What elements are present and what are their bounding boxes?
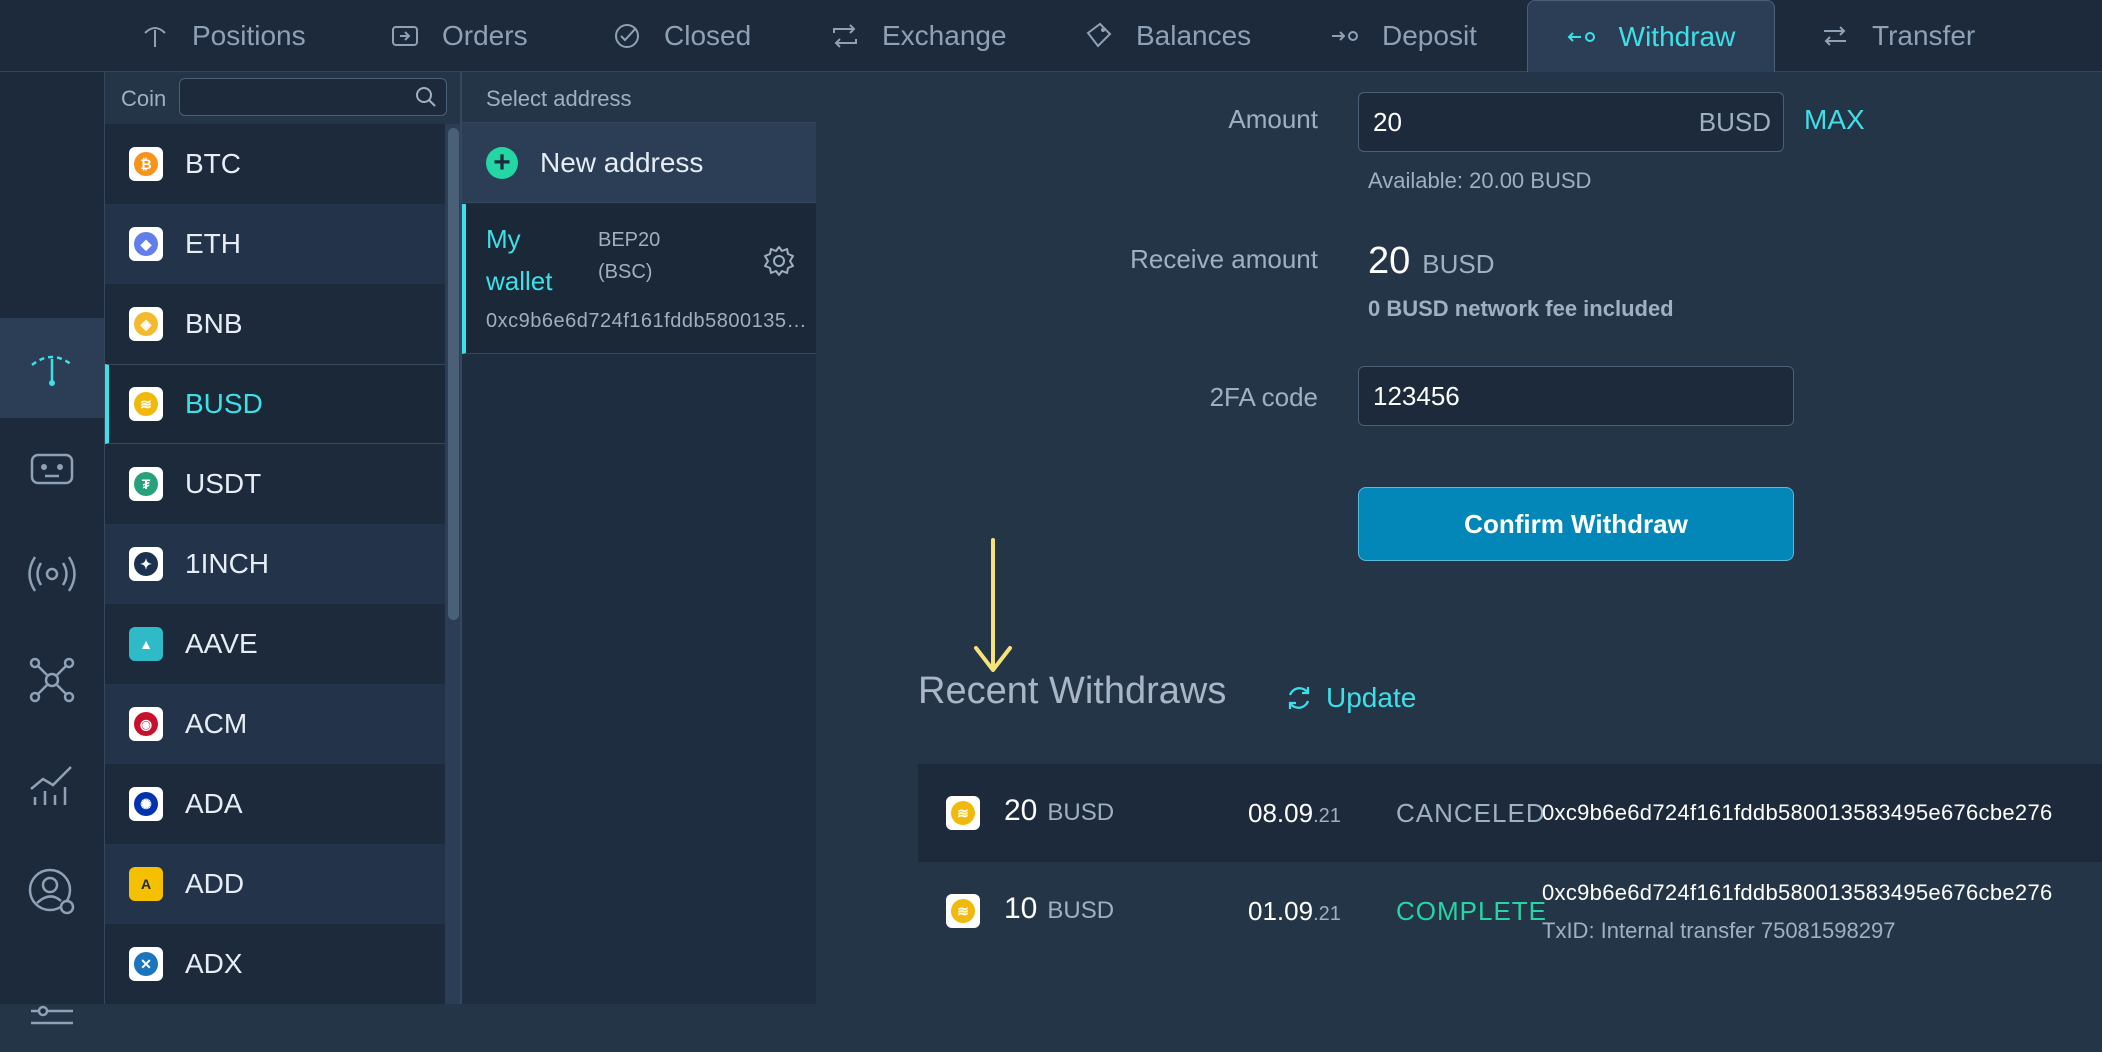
nav-chart[interactable] <box>0 734 104 834</box>
coin-item-1inch[interactable]: ✦ 1INCH <box>105 524 445 604</box>
recent-withdraws-title: Recent Withdraws <box>918 670 1227 712</box>
coin-item-aave[interactable]: ▲ AAVE <box>105 604 445 684</box>
positions-icon <box>144 27 166 47</box>
fee-note: 0 BUSD network fee included <box>1368 296 1674 321</box>
nav-sliders[interactable] <box>0 952 104 1052</box>
busd-icon: ≋ <box>946 894 980 928</box>
coin-item-bnb[interactable]: ◈ BNB <box>105 284 445 364</box>
available-balance: Available: 20.00 BUSD <box>1368 168 1592 193</box>
orders-icon <box>392 26 418 46</box>
confirm-withdraw-button[interactable]: Confirm Withdraw <box>1358 487 1794 561</box>
busd-icon: ≋ <box>946 796 980 830</box>
tab-balances[interactable]: Balances <box>1084 0 1251 72</box>
acm-icon: ◉ <box>129 707 163 741</box>
amount-unit: BUSD <box>1698 107 1771 137</box>
wallet-network: BEP20 (BSC) <box>598 229 661 283</box>
nav-positions[interactable] <box>0 318 104 418</box>
address-panel-header: Select address <box>462 72 816 123</box>
coin-item-eth[interactable]: ◆ ETH <box>105 204 445 284</box>
withdraw-row[interactable]: ≋ 10 BUSD 01.09.21 COMPLETE 0xc9b6e6d724f… <box>918 862 2102 960</box>
annotation-arrow-icon <box>974 538 1012 672</box>
amount-label: Amount <box>1228 104 1318 134</box>
coin-panel: Coin ₿ BTC ◆ ETH ◈ BNB ≋ BUSD ₮ USDT ✦ 1… <box>104 72 461 1004</box>
adx-icon: ✕ <box>129 947 163 981</box>
coin-item-adx[interactable]: ✕ ADX <box>105 924 445 1004</box>
withdraw-amount: 20 BUSD <box>1004 794 1115 827</box>
coin-item-acm[interactable]: ◉ ACM <box>105 684 445 764</box>
refresh-icon <box>1288 687 1310 709</box>
withdraw-txid: TxID: Internal transfer 75081598297 <box>1542 918 1896 943</box>
select-address-label: Select address <box>486 86 632 111</box>
twofa-label: 2FA code <box>1209 382 1318 412</box>
withdraw-status: COMPLETE <box>1396 896 1548 926</box>
nav-bot[interactable] <box>0 418 104 518</box>
coin-scrollbar-thumb[interactable] <box>448 128 459 620</box>
tab-orders[interactable]: Orders <box>390 0 528 72</box>
nav-account[interactable] <box>0 842 104 942</box>
withdraw-row[interactable]: ≋ 20 BUSD 08.09.21 CANCELED 0xc9b6e6d724f… <box>918 764 2102 862</box>
update-button[interactable]: Update <box>1284 682 1416 714</box>
exchange-icon <box>833 24 857 48</box>
withdraw-hash: 0xc9b6e6d724f161fddb580013583495e676cbe2… <box>1542 800 2053 825</box>
coin-item-ada[interactable]: ✺ ADA <box>105 764 445 844</box>
plus-icon: + <box>486 146 518 179</box>
address-panel: Select address + New address My wallet B… <box>460 72 816 1004</box>
network-icon <box>29 657 75 703</box>
withdraw-amount: 10 BUSD <box>1004 892 1115 925</box>
withdraw-hash: 0xc9b6e6d724f161fddb580013583495e676cbe2… <box>1542 880 2053 905</box>
deposit-icon <box>1332 31 1358 41</box>
twofa-input[interactable]: 123456 <box>1358 366 1794 426</box>
balances-icon <box>1086 22 1112 48</box>
positions-nav-icon <box>31 355 73 386</box>
1inch-icon: ✦ <box>129 547 163 581</box>
signals-icon <box>28 556 76 592</box>
nav-network[interactable] <box>0 630 104 730</box>
coin-item-add[interactable]: A ADD <box>105 844 445 924</box>
transfer-icon <box>1824 26 1846 46</box>
withdraw-date: 08.09.21 <box>1248 798 1341 828</box>
bot-icon <box>30 453 74 485</box>
tab-withdraw[interactable]: Withdraw <box>1527 0 1775 72</box>
chart-icon <box>30 766 72 805</box>
max-button[interactable]: MAX <box>1804 104 1865 136</box>
amount-input[interactable]: 20 BUSD <box>1358 92 1784 152</box>
add-icon: A <box>129 867 163 901</box>
receive-amount-label: Receive amount <box>1130 244 1318 274</box>
coin-item-usdt[interactable]: ₮ USDT <box>105 444 445 524</box>
closed-icon <box>615 24 639 48</box>
wallet-address: 0xc9b6e6d724f161fddb580013583495e676cbe2… <box>486 310 808 332</box>
withdraw-status: CANCELED <box>1396 798 1546 828</box>
gear-icon[interactable] <box>762 244 796 278</box>
tab-transfer[interactable]: Transfer <box>1820 0 1975 72</box>
coin-item-busd[interactable]: ≋ BUSD <box>105 364 445 444</box>
tab-closed[interactable]: Closed <box>612 0 751 72</box>
tab-deposit[interactable]: Deposit <box>1330 0 1477 72</box>
search-icon <box>416 87 436 107</box>
bnb-icon: ◈ <box>129 307 163 341</box>
withdraw-icon <box>1567 31 1595 42</box>
usdt-icon: ₮ <box>129 467 163 501</box>
ada-icon: ✺ <box>129 787 163 821</box>
nav-signals[interactable] <box>0 524 104 624</box>
btc-icon: ₿ <box>129 147 163 181</box>
new-address-button[interactable]: + New address <box>462 123 816 203</box>
left-nav <box>0 72 104 1025</box>
eth-icon: ◆ <box>129 227 163 261</box>
sliders-icon <box>31 1005 73 1025</box>
coin-item-btc[interactable]: ₿ BTC <box>105 124 445 204</box>
wallet-name: My wallet <box>486 224 553 296</box>
coin-search-input[interactable] <box>179 78 447 116</box>
tab-exchange[interactable]: Exchange <box>830 0 1007 72</box>
wallet-item[interactable]: My wallet BEP20 (BSC) 0xc9b6e6d724f161fd… <box>462 204 816 354</box>
aave-icon: ▲ <box>129 627 163 661</box>
top-tabs: Positions Orders Closed Exchange Balance… <box>0 0 2102 72</box>
busd-icon: ≋ <box>129 387 163 421</box>
coin-panel-header: Coin <box>105 72 461 125</box>
account-settings-icon <box>28 868 75 915</box>
withdraw-date: 01.09.21 <box>1248 896 1341 926</box>
tab-positions[interactable]: Positions <box>140 0 306 72</box>
receive-amount-value: 20 BUSD <box>1368 240 1495 282</box>
coin-label: Coin <box>121 86 167 111</box>
